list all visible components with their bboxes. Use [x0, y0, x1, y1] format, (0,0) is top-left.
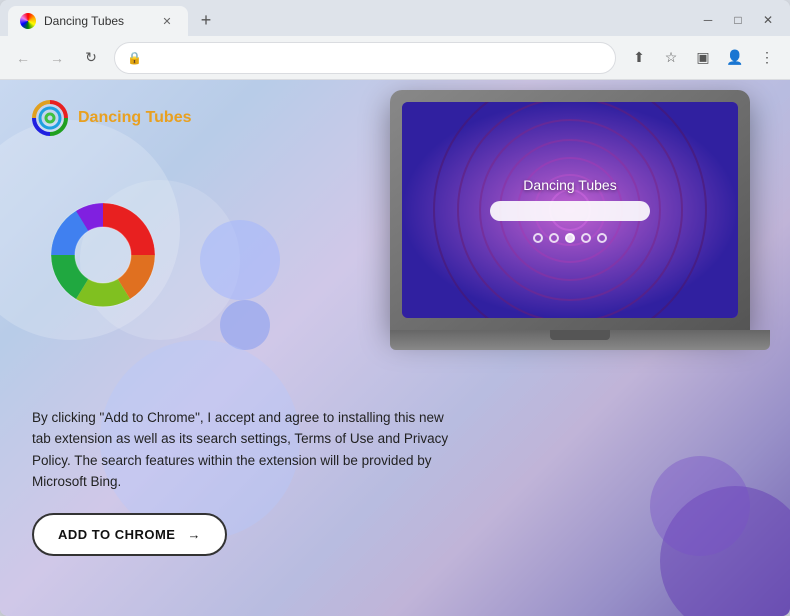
profile-button[interactable]: 👤	[720, 43, 750, 73]
blob-7	[650, 456, 750, 556]
bookmark-button[interactable]: ☆	[656, 43, 686, 73]
dot-4	[581, 233, 591, 243]
screen-dots	[533, 233, 607, 243]
laptop-area: Dancing Tubes	[390, 90, 770, 410]
tab-close-button[interactable]: ✕	[158, 12, 176, 30]
forward-button[interactable]: →	[42, 43, 72, 73]
restore-button[interactable]: □	[724, 8, 752, 32]
tab-favicon	[20, 13, 36, 29]
dot-5	[597, 233, 607, 243]
tab-title: Dancing Tubes	[44, 14, 150, 28]
description-text: By clicking "Add to Chrome", I accept an…	[32, 407, 452, 493]
back-button[interactable]: ←	[8, 43, 38, 73]
dot-1	[533, 233, 543, 243]
address-bar[interactable]: 🔒	[114, 42, 616, 74]
add-to-chrome-button[interactable]: ADD TO CHROME →	[32, 513, 227, 556]
screen-title: Dancing Tubes	[523, 177, 616, 193]
dot-2	[549, 233, 559, 243]
add-button-arrow: →	[187, 527, 201, 542]
blob-3	[200, 220, 280, 300]
logo-text: Dancing Tubes	[78, 109, 192, 127]
reload-button[interactable]: ↻	[76, 43, 106, 73]
new-tab-button[interactable]: +	[192, 6, 220, 34]
bottom-content: By clicking "Add to Chrome", I accept an…	[32, 407, 452, 556]
navigation-bar: ← → ↻ 🔒 ⬆ ☆ ▣ 👤 ⋮	[0, 36, 790, 80]
page-content: Dancing Tubes	[0, 80, 790, 616]
add-button-label: ADD TO CHROME	[58, 527, 175, 542]
screen-search-bar	[490, 201, 650, 221]
laptop-outer: Dancing Tubes	[390, 90, 750, 330]
extensions-button[interactable]: ▣	[688, 43, 718, 73]
minimize-button[interactable]: ─	[694, 8, 722, 32]
share-button[interactable]: ⬆	[624, 43, 654, 73]
logo-icon	[32, 100, 68, 136]
window-controls: ─ □ ✕	[694, 8, 782, 32]
color-wheel	[48, 200, 158, 310]
title-bar: Dancing Tubes ✕ + ─ □ ✕	[0, 0, 790, 36]
active-tab[interactable]: Dancing Tubes ✕	[8, 6, 188, 36]
nav-actions: ⬆ ☆ ▣ 👤 ⋮	[624, 43, 782, 73]
laptop-screen: Dancing Tubes	[402, 102, 738, 318]
chrome-window: Dancing Tubes ✕ + ─ □ ✕ ← → ↻ 🔒 ⬆ ☆ ▣ 👤 …	[0, 0, 790, 616]
laptop-base	[390, 330, 770, 350]
close-button[interactable]: ✕	[754, 8, 782, 32]
logo-area: Dancing Tubes	[32, 100, 192, 136]
lock-icon: 🔒	[127, 51, 142, 65]
menu-button[interactable]: ⋮	[752, 43, 782, 73]
tab-strip: Dancing Tubes ✕ +	[8, 6, 694, 36]
dot-3	[565, 233, 575, 243]
blob-4	[220, 300, 270, 350]
